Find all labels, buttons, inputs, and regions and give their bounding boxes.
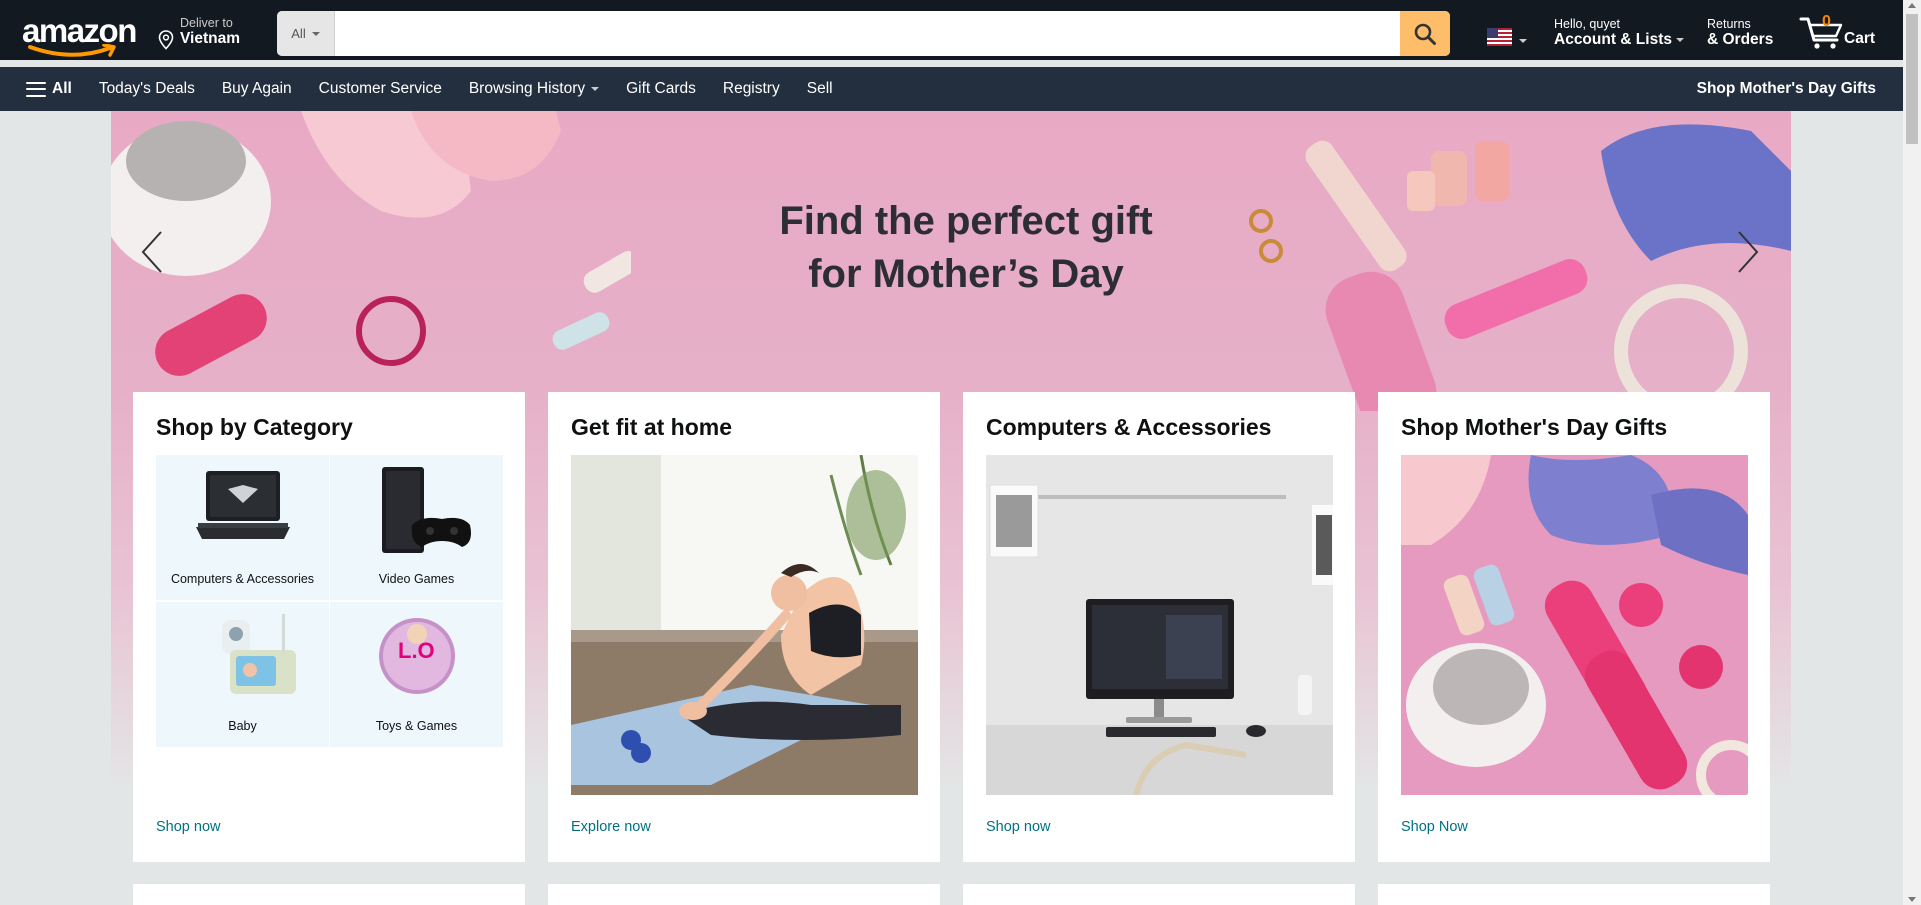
top-navigation-bar: amazon Deliver to Vietnam All Hello, quy… <box>0 0 1903 60</box>
card-get-fit-at-home: Get fit at home Explore now <box>548 392 940 862</box>
card-title: Get fit at home <box>571 414 733 440</box>
nav-link-buy-again[interactable]: Buy Again <box>222 80 292 98</box>
card-mothers-day-gifts: Shop Mother's Day Gifts Shop Now <box>1378 392 1770 862</box>
category-tile-video-games[interactable]: Video Games <box>330 455 503 600</box>
us-flag-icon <box>1487 28 1512 46</box>
card-title: Shop Mother's Day Gifts <box>1401 414 1668 440</box>
location-pin-icon <box>158 30 174 50</box>
language-selector[interactable] <box>1487 28 1527 51</box>
hero-headline-line2: for Mother’s Day <box>808 252 1124 296</box>
toy-ball-image: L.O <box>378 618 455 694</box>
category-label: Computers & Accessories <box>170 572 315 586</box>
search-category-label: All <box>291 26 306 41</box>
page-scrollbar[interactable] <box>1903 0 1921 905</box>
orders-label: & Orders <box>1707 31 1774 48</box>
all-menu-label: All <box>52 80 72 97</box>
fitness-image[interactable] <box>571 455 918 795</box>
caret-down-icon <box>311 31 320 36</box>
next-row-card <box>1378 884 1770 905</box>
shop-now-link[interactable]: Shop now <box>986 819 1051 835</box>
card-title: Computers & Accessories <box>986 414 1272 440</box>
nav-link-registry[interactable]: Registry <box>723 80 780 98</box>
cart-label: Cart <box>1844 30 1876 47</box>
shop-now-link[interactable]: Shop now <box>156 819 221 835</box>
category-label: Baby <box>228 719 257 733</box>
category-label: Toys & Games <box>375 719 458 733</box>
explore-now-link[interactable]: Explore now <box>571 819 651 835</box>
scroll-up-arrow-icon[interactable] <box>1908 3 1916 8</box>
account-lists-label: Account & Lists <box>1554 31 1672 48</box>
card-title: Shop by Category <box>156 414 353 440</box>
nav-link-todays-deals[interactable]: Today's Deals <box>99 80 195 98</box>
baby-monitor-image <box>221 614 296 694</box>
nav-link-gift-cards[interactable]: Gift Cards <box>626 80 696 98</box>
nav-link-customer-service[interactable]: Customer Service <box>319 80 442 98</box>
category-tile-computers[interactable]: Computers & Accessories <box>156 455 329 600</box>
account-greeting: Hello, quyet <box>1554 17 1621 31</box>
search-category-dropdown[interactable]: All <box>277 11 335 56</box>
browsing-history-label: Browsing History <box>468 80 586 97</box>
laptop-image <box>195 471 290 539</box>
returns-and-orders[interactable]: Returns & Orders <box>1707 17 1773 49</box>
all-menu-button[interactable]: All <box>26 80 72 98</box>
computer-image[interactable] <box>986 455 1333 795</box>
search-icon <box>1414 23 1436 45</box>
amazon-logo[interactable]: amazon <box>22 12 137 57</box>
cart-button[interactable]: 0 Cart <box>1799 12 1895 52</box>
search-bar: All <box>277 11 1450 56</box>
category-tile-toys-games[interactable]: L.O Toys & Games <box>330 602 503 747</box>
cart-count: 0 <box>1822 13 1831 30</box>
hero-headline-line1: Find the perfect gift <box>779 199 1153 243</box>
deliver-to-country: Vietnam <box>180 30 241 47</box>
secondary-navigation-bar: All Today's Deals Buy Again Customer Ser… <box>0 67 1903 111</box>
scroll-thumb[interactable] <box>1906 14 1918 144</box>
deliver-to-label: Deliver to <box>180 16 233 30</box>
game-console-image <box>381 467 471 553</box>
category-tile-baby[interactable]: Baby <box>156 602 329 747</box>
nav-link-sell[interactable]: Sell <box>807 80 833 98</box>
mothers-day-gifts-image[interactable] <box>1401 455 1748 795</box>
search-input[interactable] <box>335 11 1400 56</box>
gifts-collage-image <box>1401 455 1748 795</box>
account-and-lists[interactable]: Hello, quyet Account & Lists <box>1554 17 1684 49</box>
shop-now-link[interactable]: Shop Now <box>1401 819 1468 835</box>
chevron-left-icon[interactable] <box>139 229 165 275</box>
scroll-down-arrow-icon[interactable] <box>1908 897 1916 902</box>
search-button[interactable] <box>1400 11 1450 56</box>
card-shop-by-category: Shop by Category Computers & Accessories… <box>133 392 525 862</box>
category-grid: Computers & Accessories Video Games Baby <box>156 455 503 747</box>
caret-down-icon <box>1519 39 1527 43</box>
chevron-right-icon[interactable] <box>1735 229 1761 275</box>
desktop-setup-image <box>986 455 1333 795</box>
nav-promo-link[interactable]: Shop Mother's Day Gifts <box>1697 67 1876 111</box>
card-computers-accessories: Computers & Accessories Shop now <box>963 392 1355 862</box>
caret-down-icon <box>591 87 600 91</box>
category-label: Video Games <box>378 572 455 586</box>
next-row-card <box>133 884 525 905</box>
hero-headline: Find the perfect gift for Mother’s Day <box>111 195 1791 301</box>
caret-down-icon <box>1675 37 1684 42</box>
next-row-card <box>963 884 1355 905</box>
next-row-card <box>548 884 940 905</box>
returns-label: Returns <box>1707 17 1751 31</box>
hamburger-icon <box>26 81 46 97</box>
logo-wordmark: amazon <box>22 12 137 49</box>
logo-smile-icon <box>28 44 116 57</box>
nav-link-browsing-history[interactable]: Browsing History <box>468 80 600 98</box>
yoga-scene-image <box>571 455 918 795</box>
